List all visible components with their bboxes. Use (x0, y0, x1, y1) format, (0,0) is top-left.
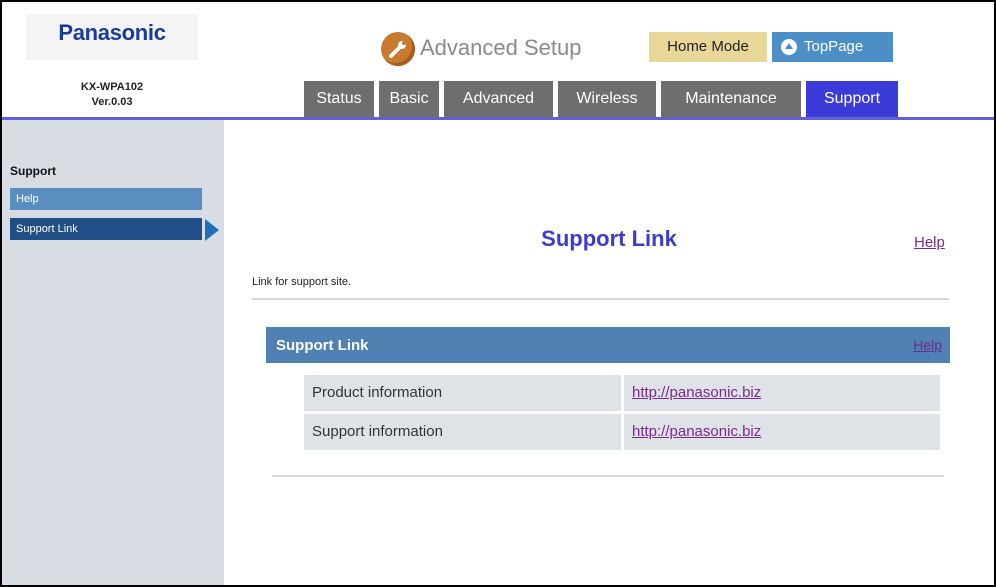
page-title: Support Link (541, 226, 677, 251)
home-mode-button[interactable]: Home Mode (649, 32, 767, 62)
sidebar: Support Help Support Link (2, 120, 224, 585)
brand-logo: Panasonic (26, 14, 198, 60)
wrench-icon (381, 32, 415, 66)
page-mode-title: Advanced Setup (420, 35, 582, 60)
page-frame: Panasonic KX-WPA102 Ver.0.03 Advanced Se… (0, 0, 996, 587)
section-help-link[interactable]: Help (913, 337, 942, 353)
table-row: Product information http://panasonic.biz (304, 375, 940, 411)
tab-maintenance[interactable]: Maintenance (661, 81, 801, 117)
product-info-link[interactable]: http://panasonic.biz (624, 375, 940, 411)
section-title: Support Link (276, 337, 369, 354)
up-arrow-circle-icon (781, 39, 797, 55)
tab-wireless[interactable]: Wireless (558, 81, 656, 117)
triangle-right-icon (205, 219, 219, 241)
sidebar-heading: Support (10, 164, 56, 178)
tab-basic[interactable]: Basic (379, 81, 439, 117)
row-label: Support information (304, 414, 621, 450)
divider (252, 298, 949, 300)
page-help-link[interactable]: Help (914, 234, 945, 251)
model-version: KX-WPA102 Ver.0.03 (26, 80, 198, 110)
table-row: Support information http://panasonic.biz (304, 414, 940, 450)
tab-status[interactable]: Status (304, 81, 374, 117)
header: Panasonic KX-WPA102 Ver.0.03 Advanced Se… (2, 2, 994, 119)
page-description: Link for support site. (252, 276, 352, 288)
sidebar-item-help[interactable]: Help (10, 188, 202, 210)
toppage-button[interactable]: TopPage (772, 32, 893, 62)
firmware-version: Ver.0.03 (91, 96, 133, 108)
model-name: KX-WPA102 (80, 81, 144, 93)
toppage-label: TopPage (804, 38, 864, 55)
row-label: Product information (304, 375, 621, 411)
divider (272, 475, 944, 477)
tab-support[interactable]: Support (806, 81, 898, 117)
brand-name: Panasonic (58, 20, 166, 45)
sidebar-item-support-link[interactable]: Support Link (10, 218, 202, 240)
support-info-link[interactable]: http://panasonic.biz (624, 414, 940, 450)
main-content: Support Link Help Link for support site.… (224, 120, 994, 585)
section-header: Support Link Help (266, 327, 950, 363)
tab-advanced[interactable]: Advanced (444, 81, 553, 117)
